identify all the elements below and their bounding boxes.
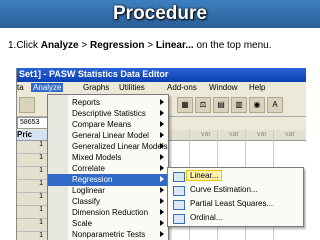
submenu-arrow-icon (160, 231, 164, 237)
row-number[interactable]: 1 (17, 219, 47, 232)
menu-analyze[interactable]: Analyze (31, 83, 64, 92)
menu-addons[interactable]: Add-ons (167, 83, 197, 92)
submenu-item-label: Curve Estimation... (190, 185, 258, 194)
submenu-item-label: Linear... (186, 170, 223, 181)
submenu-arrow-icon (160, 220, 164, 226)
menu-item-label: Scale (72, 219, 93, 228)
menubar: ta Analyze Graphs Utilities Add-ons Wind… (17, 82, 306, 94)
menu-item-label: Mixed Models (72, 153, 122, 162)
menu-item-label: Nonparametric Tests (72, 230, 146, 239)
menu-item-label: Classify (72, 197, 101, 206)
curve-estimation-icon (173, 186, 185, 196)
grid-icon[interactable]: ▦ (177, 97, 193, 113)
linear-regression-icon (173, 172, 185, 182)
instr-sep1: > (78, 40, 90, 51)
submenu-arrow-icon (160, 143, 164, 149)
circle-icon[interactable]: ◉ (249, 97, 265, 113)
menu-help[interactable]: Help (249, 83, 265, 92)
regression-submenu: Linear... Curve Estimation... Partial Le… (167, 167, 304, 227)
menu-item-label: Reports (72, 98, 101, 107)
row-number[interactable]: 1 (17, 232, 47, 240)
row-number[interactable]: 1 (17, 206, 47, 219)
submenu-item-label: Partial Least Squares... (190, 199, 274, 208)
menu-ta[interactable]: ta (17, 83, 24, 92)
instr-analyze: Analyze (40, 40, 79, 51)
menu-utilities[interactable]: Utilities (119, 83, 145, 92)
submenu-item-linear[interactable]: Linear... (168, 169, 303, 183)
instr-suffix: on the top menu. (193, 40, 272, 51)
col-header-var[interactable]: var (229, 131, 239, 138)
submenu-item-ordinal[interactable]: Ordinal... (168, 211, 303, 225)
scale-icon[interactable]: ⚖ (195, 97, 211, 113)
submenu-arrow-icon (160, 176, 164, 182)
submenu-item-curve-estimation[interactable]: Curve Estimation... (168, 183, 303, 197)
row-number[interactable]: 1 (17, 180, 47, 193)
slide-title: Procedure (113, 3, 207, 24)
submenu-arrow-icon (160, 187, 164, 193)
spss-screenshot: Set1] - PASW Statistics Data Editor ta A… (16, 68, 306, 240)
abc-icon[interactable]: A (267, 97, 283, 113)
menu-item-label: Compare Means (72, 120, 132, 129)
menu-item-label: Descriptive Statistics (72, 109, 146, 118)
submenu-arrow-icon (160, 165, 164, 171)
submenu-arrow-icon (160, 209, 164, 215)
instr-linear: Linear... (155, 40, 194, 51)
menu-item-label: Generalized Linear Models (72, 142, 168, 151)
cell-reference: 58653 (17, 117, 49, 129)
menu-item-label: General Linear Model (72, 131, 149, 140)
menu-item-label: Dimension Reduction (72, 208, 149, 217)
col-header-price[interactable]: Pric (17, 130, 47, 140)
submenu-arrow-icon (160, 99, 164, 105)
submenu-arrow-icon (160, 198, 164, 204)
menu-item-nonparametric-tests[interactable]: Nonparametric Tests (48, 229, 168, 240)
submenu-item-partial-least-squares[interactable]: Partial Least Squares... (168, 197, 303, 211)
submenu-arrow-icon (160, 154, 164, 160)
submenu-arrow-icon (160, 121, 164, 127)
col-header-var[interactable]: var (257, 131, 267, 138)
partial-least-squares-icon (173, 200, 185, 210)
col-header-var[interactable]: var (201, 131, 211, 138)
chart-icon[interactable]: ▥ (231, 97, 247, 113)
submenu-item-label: Ordinal... (190, 213, 223, 222)
menu-item-label: Loglinear (72, 186, 105, 195)
ordinal-regression-icon (173, 214, 185, 224)
row-number[interactable]: 1 (17, 193, 47, 206)
open-icon[interactable] (19, 97, 35, 113)
instr-sep2: > (144, 40, 156, 51)
menu-item-label: Regression (72, 175, 113, 184)
table-icon[interactable]: ▤ (213, 97, 229, 113)
row-number[interactable]: 1 (17, 141, 47, 154)
instr-prefix: 1.Click (8, 40, 41, 51)
menu-window[interactable]: Window (209, 83, 237, 92)
col-header-var[interactable]: var (285, 131, 295, 138)
analyze-menu: Reports Descriptive Statistics Compare M… (47, 94, 169, 240)
menu-item-label: Correlate (72, 164, 105, 173)
instruction-text: 1.Click Analyze > Regression > Linear...… (8, 40, 272, 51)
row-number[interactable]: 1 (17, 154, 47, 167)
window-title: Set1] - PASW Statistics Data Editor (19, 69, 169, 79)
window-titlebar: Set1] - PASW Statistics Data Editor (17, 68, 306, 82)
menu-graphs[interactable]: Graphs (83, 83, 109, 92)
submenu-arrow-icon (160, 132, 164, 138)
row-numbers: 1 1 1 1 1 1 1 1 (17, 141, 47, 240)
instr-regression: Regression (90, 40, 145, 51)
submenu-arrow-icon (160, 110, 164, 116)
row-number[interactable]: 1 (17, 167, 47, 180)
